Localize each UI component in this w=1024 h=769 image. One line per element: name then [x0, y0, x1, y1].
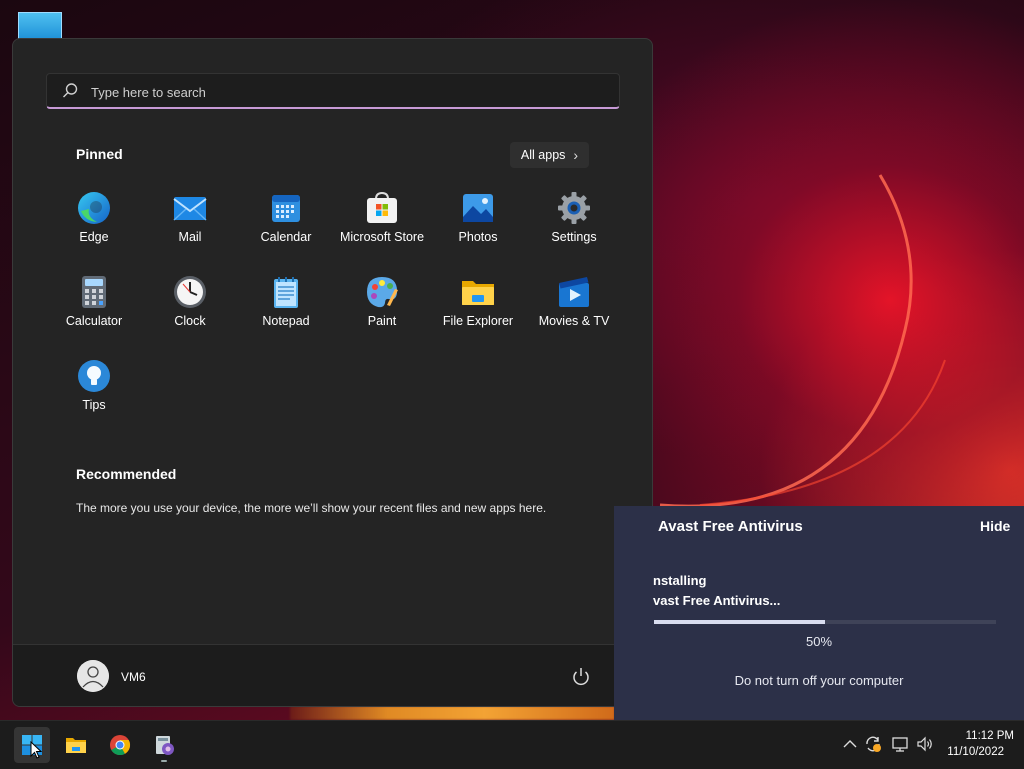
mail-icon — [173, 197, 207, 221]
pinned-app-microsoft-store[interactable]: Microsoft Store — [334, 191, 430, 261]
installer-status-line1: nstalling — [653, 573, 707, 588]
install-progress-bar — [654, 620, 996, 624]
recommended-heading: Recommended — [76, 466, 177, 482]
clock-date[interactable]: 11/10/2022 — [946, 746, 1004, 758]
install-progress-fill — [654, 620, 825, 624]
pinned-app-settings[interactable]: Settings — [526, 191, 622, 261]
movies-tv-icon — [559, 277, 589, 307]
start-menu-footer: VM6 — [13, 644, 652, 706]
calendar-icon — [272, 195, 300, 222]
all-apps-button[interactable]: All apps › — [510, 142, 589, 168]
chevron-right-icon: › — [573, 147, 579, 163]
mouse-cursor-icon — [30, 741, 42, 759]
install-progress-percent: 50% — [805, 634, 833, 649]
network-icon[interactable] — [891, 735, 909, 753]
installer-warning-text: Do not turn off your computer — [734, 673, 904, 688]
pinned-heading: Pinned — [76, 146, 123, 162]
power-icon[interactable] — [569, 665, 593, 689]
avast-installer-panel: Avast Free Antivirus Hide nstalling vast… — [614, 506, 1024, 720]
search-box[interactable] — [46, 73, 620, 109]
taskbar-file-explorer-button[interactable] — [58, 727, 94, 763]
taskbar-installer-button[interactable] — [146, 727, 182, 763]
pinned-app-file-explorer[interactable]: File Explorer — [430, 275, 526, 345]
pinned-app-clock[interactable]: Clock — [142, 275, 238, 345]
folder-icon — [66, 738, 86, 753]
microsoft-store-icon — [367, 191, 397, 223]
start-button[interactable] — [14, 727, 50, 763]
pinned-app-tips[interactable]: Tips — [46, 359, 142, 429]
clock-icon — [174, 276, 206, 308]
setup-installer-icon — [156, 736, 174, 755]
pinned-app-label: Settings — [551, 230, 597, 244]
pinned-app-calculator[interactable]: Calculator — [46, 275, 142, 345]
folder-icon — [462, 281, 494, 305]
clock-time[interactable]: 11:12 PM — [946, 730, 1014, 742]
pinned-app-edge[interactable]: Edge — [46, 191, 142, 261]
notepad-icon — [274, 277, 298, 308]
active-indicator — [161, 760, 167, 762]
chevron-up-icon[interactable] — [841, 735, 859, 753]
volume-icon[interactable] — [916, 735, 934, 753]
taskbar: 11:12 PM 11/10/2022 — [0, 720, 1024, 769]
user-avatar-icon[interactable] — [77, 660, 109, 692]
pinned-app-label: Movies & TV — [538, 314, 610, 328]
pinned-app-label: Tips — [82, 398, 106, 412]
hide-button[interactable]: Hide — [980, 518, 1010, 534]
pinned-app-movies-tv[interactable]: Movies & TV — [526, 275, 622, 345]
calculator-icon — [82, 276, 106, 308]
taskbar-chrome-button[interactable] — [102, 727, 138, 763]
search-input[interactable] — [89, 80, 593, 104]
installer-title: Avast Free Antivirus — [658, 518, 803, 535]
user-name[interactable]: VM6 — [121, 670, 146, 684]
installer-status-line2: vast Free Antivirus... — [653, 593, 781, 608]
lightbulb-icon — [78, 360, 110, 392]
chrome-icon — [110, 735, 131, 756]
pinned-app-paint[interactable]: Paint — [334, 275, 430, 345]
search-icon — [63, 83, 78, 98]
pinned-app-mail[interactable]: Mail — [142, 191, 238, 261]
pinned-app-photos[interactable]: Photos — [430, 191, 526, 261]
pinned-app-notepad[interactable]: Notepad — [238, 275, 334, 345]
pinned-app-calendar[interactable]: Calendar — [238, 191, 334, 261]
paint-palette-icon — [367, 277, 398, 308]
start-menu: Pinned All apps › Edge Mail — [12, 38, 653, 707]
recommended-empty-text: The more you use your device, the more w… — [76, 501, 547, 515]
all-apps-label: All apps — [520, 148, 566, 162]
photos-icon — [463, 194, 493, 222]
edge-icon — [78, 192, 110, 224]
update-sync-icon[interactable] — [864, 735, 882, 753]
wallpaper-glow — [290, 706, 615, 720]
gear-icon — [558, 192, 590, 224]
